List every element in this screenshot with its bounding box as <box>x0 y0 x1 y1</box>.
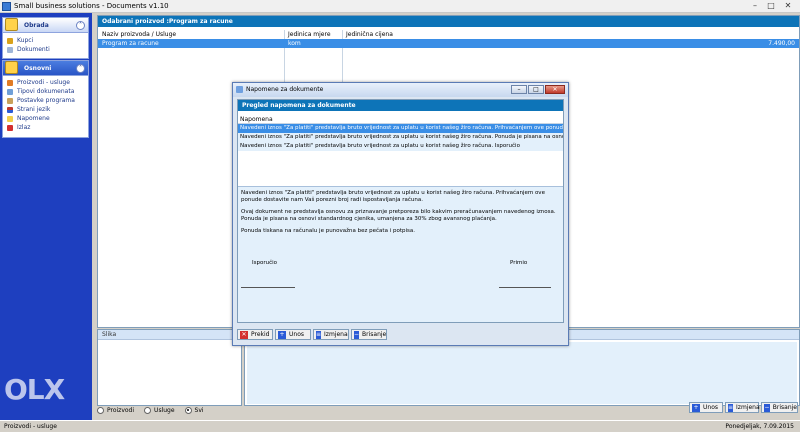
filter-radio-group: Proizvodi Usluge Svi <box>97 404 204 416</box>
note-paragraph: Ponuda tiskana na računalu je punovažna … <box>241 228 415 234</box>
column-header-napomena[interactable]: Napomena <box>238 115 563 124</box>
image-panel-label: Slika <box>98 330 241 340</box>
sidebar-item-kupci[interactable]: Kupci <box>3 36 88 45</box>
title-bar: Small business solutions - Documents v1.… <box>0 0 800 13</box>
group-obrada-header[interactable]: Obrada ˄ <box>3 18 88 33</box>
signature-line <box>241 287 295 288</box>
image-panel: Slika <box>97 329 242 406</box>
exit-icon <box>7 125 13 131</box>
brisanje-button[interactable]: − Brisanje <box>761 402 798 413</box>
products-icon <box>7 80 13 86</box>
list-item[interactable]: Navedeni iznos "Za platiti" predstavlja … <box>238 142 563 151</box>
document-icon <box>7 47 13 53</box>
note-detail-text[interactable]: Navedeni iznos "Za platiti" predstavlja … <box>238 186 563 322</box>
dialog-maximize-button[interactable]: □ <box>528 85 544 94</box>
sidebar-item-postavke[interactable]: Postavke programa <box>3 96 88 105</box>
list-item[interactable]: Navedeni iznos "Za platiti" predstavlja … <box>238 124 563 133</box>
edit-icon: ≡ <box>728 403 734 412</box>
status-right: Ponedjeljak, 7.09.2015 <box>725 423 794 430</box>
izmjena-button[interactable]: ≡ Izmjena <box>725 402 760 413</box>
dialog-panel-header: Pregled napomena za dokumente <box>238 100 563 111</box>
status-left: Proizvodi - usluge <box>4 423 57 430</box>
sidebar-item-izlaz[interactable]: Izlaz <box>3 123 88 132</box>
radio-button[interactable] <box>97 406 104 414</box>
row-price: 7.490,00 <box>768 40 795 47</box>
sidebar: Obrada ˄ Kupci Dokumenti Osnovni ˄ Proiz… <box>0 13 92 420</box>
group-obrada-label: Obrada <box>24 22 49 29</box>
dialog-title-bar[interactable]: Napomene za dokumente – □ ✕ <box>233 83 568 97</box>
signature-label-right: Primio <box>510 260 528 266</box>
sidebar-item-napomene[interactable]: Napomene <box>3 114 88 123</box>
column-header-price[interactable]: Jedinična cijena <box>346 30 393 39</box>
note-paragraph: Ovaj dokument ne predstavlja osnovu za p… <box>241 209 556 222</box>
sidebar-item-proizvodi[interactable]: Proizvodi - usluge <box>3 78 88 87</box>
brisanje-button[interactable]: − Brisanje <box>351 329 387 340</box>
izmjena-button[interactable]: ≡ Izmjena <box>313 329 349 340</box>
list-item[interactable]: Navedeni iznos "Za platiti" predstavlja … <box>238 133 563 142</box>
settings-icon <box>7 98 13 104</box>
radio-usluge[interactable]: Usluge <box>144 406 175 414</box>
edit-icon: ≡ <box>316 330 322 339</box>
column-header-unit[interactable]: Jedinica mjere <box>288 30 331 39</box>
row-name: Program za racune <box>102 40 159 47</box>
notes-dialog: Napomene za dokumente – □ ✕ Pregled napo… <box>232 82 569 346</box>
products-panel-header: Odabrani proizvod :Program za racune <box>98 16 799 27</box>
signature-line <box>499 287 551 288</box>
radio-button-checked[interactable] <box>184 406 192 414</box>
window-title: Small business solutions - Documents v1.… <box>14 2 169 10</box>
table-row[interactable]: Program za racune kom 7.490,00 <box>98 39 799 48</box>
maximize-button[interactable]: □ <box>764 1 778 11</box>
radio-button[interactable] <box>144 406 152 414</box>
minimize-button[interactable]: – <box>748 1 762 11</box>
status-bar: Proizvodi - usluge Ponedjeljak, 7.09.201… <box>0 420 800 431</box>
note-paragraph: Navedeni iznos "Za platiti" predstavlja … <box>241 190 545 203</box>
dialog-button-bar: ✕ Prekid + Unos ≡ Izmjena − Brisanje <box>237 329 566 343</box>
group-obrada: Obrada ˄ Kupci Dokumenti <box>2 17 89 59</box>
group-osnovni-label: Osnovni <box>24 65 52 72</box>
dialog-icon <box>236 86 243 93</box>
customers-icon <box>7 38 13 44</box>
radio-svi[interactable]: Svi <box>184 406 204 414</box>
dialog-title: Napomene za dokumente <box>246 86 324 93</box>
unos-button[interactable]: + Unos <box>689 402 723 413</box>
group-osnovni: Osnovni ˄ Proizvodi - usluge Tipovi doku… <box>2 60 89 138</box>
watermark: OLX <box>4 373 65 406</box>
sidebar-item-strani-jezik[interactable]: Strani jezik <box>3 105 88 114</box>
info-icon <box>7 89 13 95</box>
signature-label-left: Isporučio <box>252 260 278 266</box>
dialog-close-button[interactable]: ✕ <box>545 85 565 94</box>
close-button[interactable]: ✕ <box>781 1 795 11</box>
chevron-up-icon[interactable]: ˄ <box>76 21 85 30</box>
note-icon <box>7 116 13 122</box>
sidebar-item-dokumenti[interactable]: Dokumenti <box>3 45 88 54</box>
sidebar-item-tipovi[interactable]: Tipovi dokumenata <box>3 87 88 96</box>
add-icon: + <box>692 403 700 412</box>
app-icon <box>2 2 11 11</box>
folder-icon <box>5 61 18 74</box>
dialog-body: Pregled napomena za dokumente Napomena N… <box>237 99 564 323</box>
cancel-icon: ✕ <box>240 330 248 339</box>
group-osnovni-header[interactable]: Osnovni ˄ <box>3 61 88 76</box>
description-text-area[interactable] <box>247 342 797 404</box>
add-icon: + <box>278 330 286 339</box>
radio-proizvodi[interactable]: Proizvodi <box>97 406 134 414</box>
folder-icon <box>5 18 18 31</box>
row-unit: kom <box>288 40 301 47</box>
delete-icon: − <box>354 330 360 339</box>
column-header-name[interactable]: Naziv proizvoda / Usluge <box>102 30 176 39</box>
prekid-button[interactable]: ✕ Prekid <box>237 329 273 340</box>
delete-icon: − <box>764 403 770 412</box>
dialog-minimize-button[interactable]: – <box>511 85 527 94</box>
chevron-up-icon[interactable]: ˄ <box>76 64 85 73</box>
unos-button[interactable]: + Unos <box>275 329 311 340</box>
flag-icon <box>7 107 13 113</box>
